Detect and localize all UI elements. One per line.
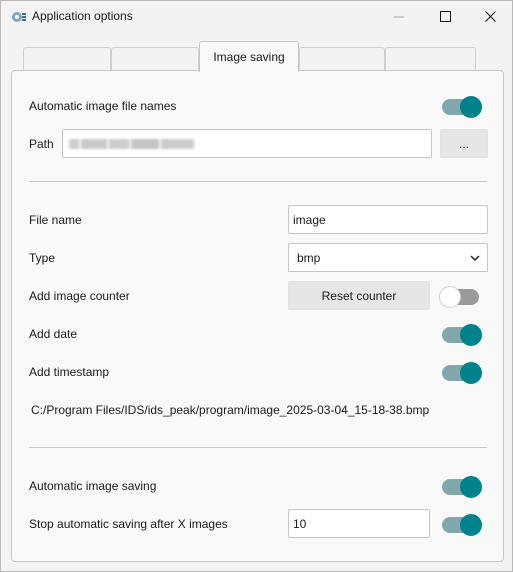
close-icon [484,11,496,22]
file-name-label: File name [29,213,82,227]
auto-file-names-toggle[interactable] [442,96,482,118]
stop-after-toggle[interactable] [442,514,482,536]
tab-4[interactable] [299,47,385,71]
maximize-icon [439,11,451,22]
reset-counter-button[interactable]: Reset counter [288,281,430,310]
minimize-button[interactable] [376,1,422,32]
add-date-toggle[interactable] [442,324,482,346]
image-saving-panel: Automatic image file names Path ... File… [11,70,504,562]
add-timestamp-toggle[interactable] [442,362,482,384]
toggle-knob [439,286,461,308]
close-button[interactable] [467,1,513,32]
file-name-input[interactable]: image [288,205,488,234]
toggle-knob [460,476,482,498]
type-label: Type [29,251,56,265]
image-counter-label: Add image counter [29,289,130,303]
tab-2[interactable] [111,47,199,71]
chevron-down-icon [470,255,480,261]
toggle-knob [460,362,482,384]
maximize-button[interactable] [422,1,468,32]
tab-1[interactable] [23,47,111,71]
type-selected-value: bmp [297,250,321,265]
path-input[interactable] [62,129,432,158]
add-timestamp-label: Add timestamp [29,365,110,379]
auto-saving-label: Automatic image saving [29,479,157,493]
add-date-label: Add date [29,327,78,341]
app-gear-icon [12,12,26,22]
application-options-window: Application options Image saving Automat… [0,0,513,572]
section-divider [29,181,487,182]
toggle-knob [460,514,482,536]
tab-5[interactable] [385,47,476,71]
auto-saving-toggle[interactable] [442,476,482,498]
toggle-knob [460,96,482,118]
toggle-knob [460,324,482,346]
stop-after-label: Stop automatic saving after X images [29,517,228,531]
auto-file-names-label: Automatic image file names [29,99,177,113]
path-value-redacted [69,138,194,149]
type-select[interactable]: bmp [288,243,488,272]
tab-image-saving[interactable]: Image saving [199,41,299,72]
image-counter-toggle[interactable] [439,286,479,308]
file-path-preview: C:/Program Files/IDS/ids_peak/program/im… [31,403,430,417]
window-title: Application options [32,9,133,23]
browse-path-button[interactable]: ... [440,129,488,158]
stop-after-count-input[interactable]: 10 [288,509,430,538]
minimize-icon [394,16,404,17]
section-divider [29,447,487,448]
title-bar: Application options [1,1,512,32]
path-label: Path [29,137,54,151]
